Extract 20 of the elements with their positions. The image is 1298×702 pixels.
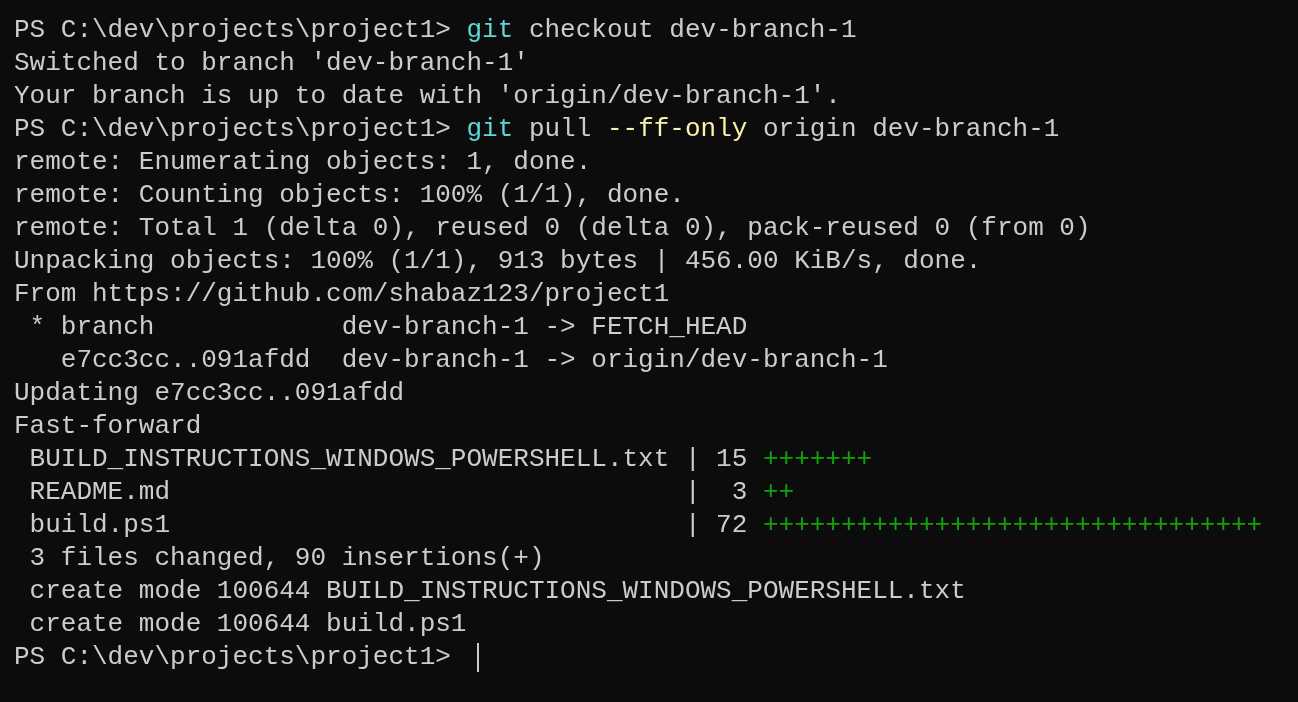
terminal-line: From https://github.com/shabaz123/project1	[14, 278, 670, 311]
terminal-line: e7cc3cc..091afdd dev-branch-1 -> origin/dev-branch-1	[59, 344, 888, 377]
terminal-line: remote: Total 1 (delta 0), reused 0 (delta 0), pack-reused 0 (from 0)	[14, 212, 1091, 245]
terminal-line: Switched to branch 'dev-branch-1'	[14, 47, 529, 80]
terminal-line: Updating e7cc3cc..091afdd	[14, 377, 405, 410]
terminal-line: build.ps1 | 72 ++++++++++++++++++++++++++++++++	[28, 509, 1263, 542]
terminal-line: 3 files changed, 90 insertions(+)	[28, 542, 545, 575]
terminal-line: Your branch is up to date with 'origin/dev-branch-1'.	[14, 80, 841, 113]
terminal-line: Unpacking objects: 100% (1/1), 913 bytes | 456.00 KiB/s, done.	[14, 245, 982, 278]
terminal-line: * branch dev-branch-1 -> FETCH_HEAD	[28, 311, 748, 344]
terminal-line: Fast-forward	[14, 410, 202, 443]
terminal-line: remote: Enumerating objects: 1, done.	[14, 146, 592, 179]
terminal-line: remote: Counting objects: 100% (1/1), done.	[14, 179, 685, 212]
terminal-line: create mode 100644 BUILD_INSTRUCTIONS_WINDOWS_POWERSHELL.txt	[28, 575, 966, 608]
terminal-line: create mode 100644 build.ps1	[28, 608, 467, 641]
terminal-line: BUILD_INSTRUCTIONS_WINDOWS_POWERSHELL.txt | 15 +++++++	[28, 443, 873, 476]
terminal-line: PS C:\dev\projects\project1>	[14, 641, 452, 674]
terminal-line: PS C:\dev\projects\project1> git checkout dev-branch-1	[14, 14, 857, 47]
terminal-line: PS C:\dev\projects\project1> git pull --ff-only origin dev-branch-1	[14, 113, 1060, 146]
terminal-line: README.md | 3 ++	[28, 476, 795, 509]
